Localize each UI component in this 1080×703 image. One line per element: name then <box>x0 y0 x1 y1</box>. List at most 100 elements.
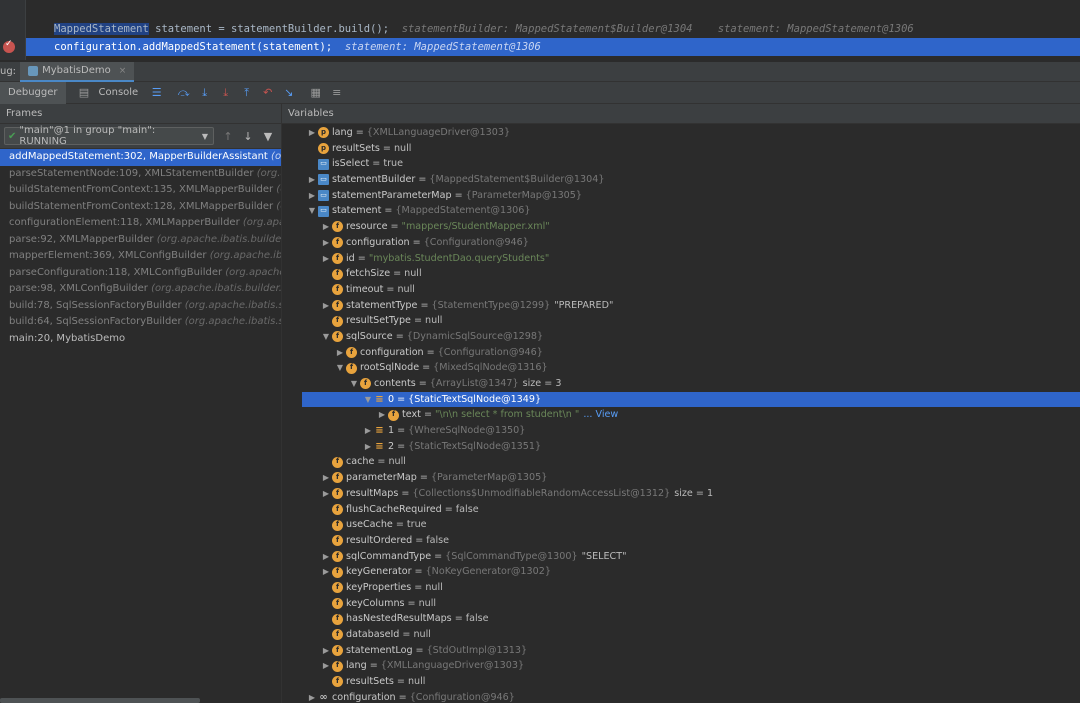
variable-row[interactable]: ▶ f keyGenerator = {NoKeyGenerator@1302} <box>302 564 1080 580</box>
variable-row[interactable]: ▭ isSelect = true <box>302 156 1080 172</box>
step-into-icon[interactable]: ⤓ <box>197 85 213 101</box>
variable-value: null <box>418 597 437 609</box>
chevron-down-icon[interactable]: ▼ <box>320 329 332 345</box>
variable-row[interactable]: ▶ f resultMaps = {Collections$UnmodifiableRa… <box>302 486 1080 502</box>
frame-item[interactable]: parse:98, XMLConfigBuilder (org.apache.i… <box>0 281 281 298</box>
frame-item[interactable]: parseConfiguration:118, XMLConfigBuilder… <box>0 265 281 282</box>
chevron-down-icon[interactable]: ▼ <box>306 203 318 219</box>
chevron-right-icon[interactable]: ▶ <box>320 470 332 486</box>
chevron-right-icon[interactable]: ▶ <box>306 188 318 204</box>
variable-row[interactable]: ▶ ≡ 2 = {StaticTextSqlNode@1351} <box>302 439 1080 455</box>
chevron-right-icon[interactable]: ▶ <box>320 643 332 659</box>
thread-select[interactable]: ✔ "main"@1 in group "main": RUNNING ▼ <box>4 125 214 147</box>
code-line-current[interactable]: configuration.addMappedStatement(stateme… <box>26 38 1080 56</box>
variable-row[interactable]: f keyProperties = null <box>302 580 1080 596</box>
variable-row[interactable]: f useCache = true <box>302 517 1080 533</box>
breakpoint-icon[interactable] <box>3 39 15 53</box>
chevron-right-icon[interactable]: ▶ <box>320 549 332 565</box>
frame-item[interactable]: buildStatementFromContext:135, XMLMapper… <box>0 182 281 199</box>
variable-row[interactable]: ▶ f sqlCommandType = {SqlCommandType@1300} "S… <box>302 549 1080 565</box>
variable-row[interactable]: f cache = null <box>302 454 1080 470</box>
chevron-right-icon[interactable]: ▶ <box>362 439 374 455</box>
variable-row[interactable]: ▶ f statementType = {StatementType@1299} "PRE… <box>302 298 1080 314</box>
step-out-icon[interactable]: ⤒ <box>239 85 255 101</box>
run-to-cursor-icon[interactable]: ↘ <box>281 85 297 101</box>
variable-row[interactable]: f databaseId = null <box>302 627 1080 643</box>
variable-row[interactable]: ▼ f contents = {ArrayList@1347} size = 3 <box>302 376 1080 392</box>
arrow-up-icon[interactable]: ↑ <box>218 130 238 143</box>
variable-row[interactable]: ▶ f id = "mybatis.StudentDao.queryStudents" <box>302 251 1080 267</box>
variable-value: {Configuration@946} <box>409 691 515 703</box>
variable-row[interactable]: f keyColumns = null <box>302 596 1080 612</box>
chevron-right-icon[interactable]: ▶ <box>376 407 388 423</box>
variable-row[interactable]: p resultSets = null <box>302 141 1080 157</box>
frame-item[interactable]: mapperElement:369, XMLConfigBuilder (org… <box>0 248 281 265</box>
chevron-down-icon[interactable]: ▼ <box>334 360 346 376</box>
trace-icon[interactable]: ≡ <box>329 85 345 101</box>
frame-item[interactable]: build:78, SqlSessionFactoryBuilder (org.… <box>0 298 281 315</box>
variable-row[interactable]: ▼ f rootSqlNode = {MixedSqlNode@1316} <box>302 360 1080 376</box>
variable-row[interactable]: ▶ f parameterMap = {ParameterMap@1305} <box>302 470 1080 486</box>
variable-row[interactable]: ▶ ≡ 1 = {WhereSqlNode@1350} <box>302 423 1080 439</box>
chevron-right-icon[interactable]: ▶ <box>320 251 332 267</box>
variable-row[interactable]: ▶ f resource = "mappers/StudentMapper.xml" <box>302 219 1080 235</box>
variable-row[interactable]: ▼ f sqlSource = {DynamicSqlSource@1298} <box>302 329 1080 345</box>
code-line-build[interactable]: MappedStatement statement = statementBui… <box>26 20 1080 38</box>
frame-item[interactable]: parseStatementNode:109, XMLStatementBuil… <box>0 166 281 183</box>
variable-row[interactable]: f resultSetType = null <box>302 313 1080 329</box>
equals-sign: = <box>401 487 410 499</box>
variable-row[interactable]: ▶ p lang = {XMLLanguageDriver@1303} <box>302 125 1080 141</box>
frame-item[interactable]: parse:92, XMLMapperBuilder (org.apache.i… <box>0 232 281 249</box>
tab-mybatisdemo[interactable]: MybatisDemo × <box>20 61 135 82</box>
chevron-right-icon[interactable]: ▶ <box>306 125 318 141</box>
chevron-down-icon[interactable]: ▼ <box>362 392 374 408</box>
frame-item[interactable]: configurationElement:118, XMLMapperBuild… <box>0 215 281 232</box>
chevron-right-icon[interactable]: ▶ <box>320 564 332 580</box>
field-icon: f <box>332 472 343 484</box>
frame-item[interactable]: buildStatementFromContext:128, XMLMapper… <box>0 199 281 216</box>
chevron-right-icon[interactable]: ▶ <box>320 658 332 674</box>
variable-row[interactable]: f resultSets = null <box>302 674 1080 690</box>
variable-row[interactable]: ▶ f lang = {XMLLanguageDriver@1303} <box>302 658 1080 674</box>
chevron-right-icon[interactable]: ▶ <box>306 690 318 703</box>
filter-icon[interactable]: ▼ <box>258 130 278 143</box>
drop-frame-icon[interactable]: ↶ <box>260 85 276 101</box>
chevron-right-icon[interactable]: ▶ <box>320 486 332 502</box>
chevron-right-icon[interactable]: ▶ <box>320 235 332 251</box>
tab-debugger[interactable]: Debugger <box>0 81 66 104</box>
variable-row[interactable]: ▶ f configuration = {Configuration@946} <box>302 345 1080 361</box>
variable-row[interactable]: f timeout = null <box>302 282 1080 298</box>
step-over-icon[interactable]: ⤼ <box>176 85 192 101</box>
horizontal-scrollbar[interactable] <box>0 698 200 703</box>
chevron-right-icon[interactable]: ▶ <box>306 172 318 188</box>
evaluate-icon[interactable]: ▦ <box>308 85 324 101</box>
menu-icon[interactable]: ☰ <box>149 85 165 101</box>
close-icon[interactable]: × <box>119 66 127 76</box>
variable-row[interactable]: ▶ f configuration = {Configuration@946} <box>302 235 1080 251</box>
frame-item[interactable]: main:20, MybatisDemo <box>0 331 281 348</box>
variable-row[interactable]: ▶ ∞ configuration = {Configuration@946} <box>302 690 1080 703</box>
variable-row[interactable]: f hasNestedResultMaps = false <box>302 611 1080 627</box>
variable-row[interactable]: ▶ f text = "\n\n select * from student\n "..… <box>302 407 1080 423</box>
frame-package: (org.ap <box>271 151 281 162</box>
chevron-down-icon[interactable]: ▼ <box>348 376 360 392</box>
variable-row[interactable]: f resultOrdered = false <box>302 533 1080 549</box>
frame-package: (org.apache.ibatis.b <box>209 250 281 261</box>
variable-row[interactable]: ▶ f statementLog = {StdOutImpl@1313} <box>302 643 1080 659</box>
chevron-right-icon[interactable]: ▶ <box>320 298 332 314</box>
chevron-right-icon[interactable]: ▶ <box>334 345 346 361</box>
chevron-right-icon[interactable]: ▶ <box>362 423 374 439</box>
frame-item[interactable]: build:64, SqlSessionFactoryBuilder (org.… <box>0 314 281 331</box>
variable-row[interactable]: ▶ ▭ statementBuilder = {MappedStatement$Buil… <box>302 172 1080 188</box>
variable-row[interactable]: ▼ ≡ 0 = {StaticTextSqlNode@1349} <box>302 391 1080 408</box>
tab-console[interactable]: ▤ Console <box>66 82 147 104</box>
variable-row[interactable]: ▶ ▭ statementParameterMap = {ParameterMap@13… <box>302 188 1080 204</box>
arrow-down-icon[interactable]: ↓ <box>238 130 258 143</box>
variable-row[interactable]: f fetchSize = null <box>302 266 1080 282</box>
chevron-right-icon[interactable]: ▶ <box>320 219 332 235</box>
frame-item[interactable]: addMappedStatement:302, MapperBuilderAss… <box>0 149 281 166</box>
variable-row[interactable]: f flushCacheRequired = false <box>302 502 1080 518</box>
view-link[interactable]: ... View <box>583 407 618 423</box>
force-step-into-icon[interactable]: ⤓ <box>218 85 234 101</box>
variable-row[interactable]: ▼ ▭ statement = {MappedStatement@1306} <box>302 203 1080 219</box>
